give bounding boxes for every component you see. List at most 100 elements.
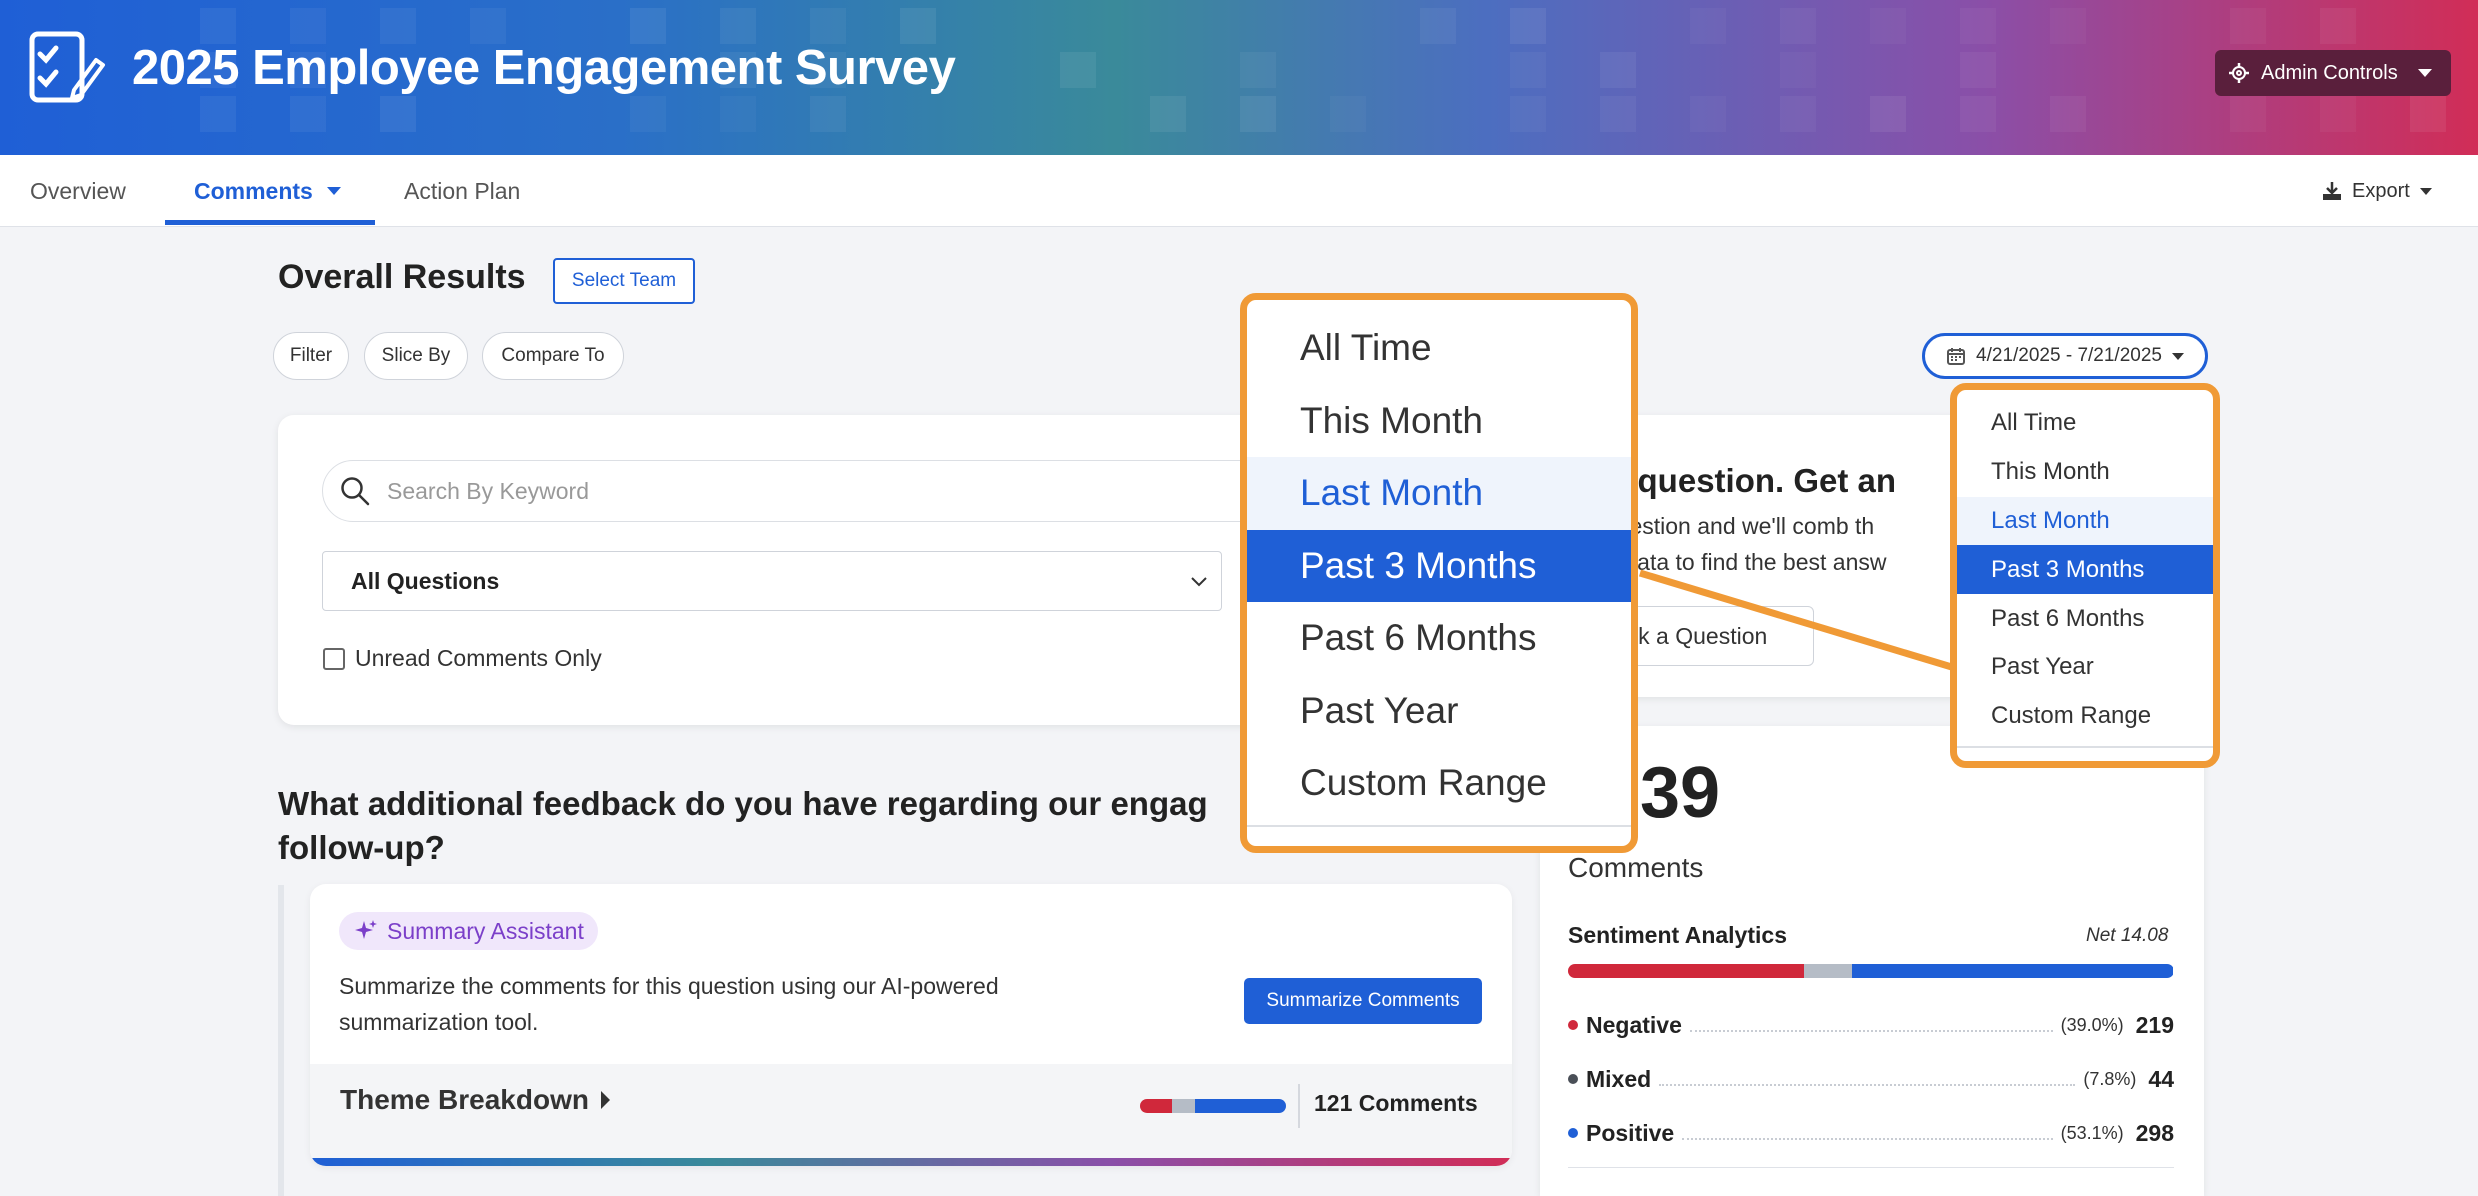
question-select[interactable]: All Questions <box>322 551 1222 611</box>
summary-assistant-card: Summary Assistant Summarize the comments… <box>310 884 1512 1166</box>
date-range-button[interactable]: 4/21/2025 - 7/21/2025 <box>1922 333 2208 379</box>
separator <box>1298 1084 1300 1128</box>
header-tile <box>1600 96 1636 132</box>
date-range-menu: All Time This Month Last Month Past 3 Month… <box>1950 383 2220 768</box>
header-tile <box>1240 96 1276 132</box>
summarize-comments-button[interactable]: Summarize Comments <box>1244 978 1482 1024</box>
tab-comments[interactable]: Comments <box>194 155 341 227</box>
header-tile <box>2050 8 2086 44</box>
header-tile <box>1060 52 1096 88</box>
search-placeholder: Search By Keyword <box>387 477 589 504</box>
header-tile <box>290 96 326 132</box>
date-range-menu-zoomed: All Time This Month Last Month Past 3 Month… <box>1240 293 1638 853</box>
theme-breakdown-row[interactable]: Theme Breakdown 121 Comments <box>310 1064 1512 1160</box>
mixed-dot <box>1568 1074 1578 1084</box>
sentiment-count: 44 <box>2148 1065 2174 1092</box>
theme-bar-segment <box>1195 1099 1286 1113</box>
question-line: follow-up? <box>278 829 445 866</box>
calendar-icon <box>1947 348 1966 365</box>
summary-assistant-label: Summary Assistant <box>387 917 584 944</box>
unread-only-label: Unread Comments Only <box>355 645 602 671</box>
compare-to-button[interactable]: Compare To <box>482 332 624 380</box>
tab-bar: Overview Comments Action Plan <box>0 155 2478 227</box>
header-tile <box>1510 96 1546 132</box>
sentiment-label: Negative <box>1586 1011 1682 1038</box>
theme-breakdown-toggle[interactable]: Theme Breakdown <box>340 1084 610 1116</box>
theme-breakdown-label: Theme Breakdown <box>340 1084 589 1115</box>
sentiment-bar-segment <box>1851 964 2174 978</box>
date-option-last-month[interactable]: Last Month <box>1247 457 1631 530</box>
date-option-past-year[interactable]: Past Year <box>1957 643 2213 692</box>
export-button[interactable]: Export <box>2322 155 2432 227</box>
date-option-this-month[interactable]: This Month <box>1957 448 2213 497</box>
header-tile <box>1870 8 1906 44</box>
header-tile <box>1510 8 1546 44</box>
header-tile <box>470 8 506 44</box>
header-tile <box>630 96 666 132</box>
date-option-all-time[interactable]: All Time <box>1957 399 2213 448</box>
question-title: What additional feedback do you have reg… <box>278 782 1278 870</box>
sentiment-label: Positive <box>1586 1119 1675 1146</box>
date-option-past-6-months[interactable]: Past 6 Months <box>1247 602 1631 675</box>
summary-line: summarization tool. <box>339 1009 539 1035</box>
unread-only-checkbox[interactable]: Unread Comments Only <box>323 645 602 672</box>
header-tile <box>900 8 936 44</box>
page-title: Overall Results <box>278 258 526 296</box>
sentiment-percent: (53.1%) <box>2060 1122 2124 1143</box>
sentiment-title: Sentiment Analytics <box>1568 922 1787 948</box>
header-tile <box>2320 8 2356 44</box>
summary-line: Summarize the comments for this question… <box>339 973 999 999</box>
date-option-past-year[interactable]: Past Year <box>1247 675 1631 748</box>
caret-down-icon <box>2417 69 2432 77</box>
ask-desc-line: ent data to find the best answ <box>1586 549 1887 575</box>
date-option-last-month[interactable]: Last Month <box>1957 496 2213 546</box>
positive-dot <box>1568 1128 1578 1138</box>
admin-controls-button[interactable]: Admin Controls <box>2215 50 2451 96</box>
ask-card-description: y question and we'll comb th ent data to… <box>1586 508 1986 580</box>
date-option-all-time[interactable]: All Time <box>1247 312 1631 385</box>
gradient-border <box>310 1158 1512 1166</box>
sentiment-percent: (39.0%) <box>2060 1014 2124 1035</box>
header-tile <box>1780 96 1816 132</box>
menu-bottom-divider <box>1247 824 1631 827</box>
tab-comments-label: Comments <box>194 177 313 204</box>
header-tile <box>1330 96 1366 132</box>
sentiment-row-positive: Positive (53.1%) 298 <box>1568 1116 2174 1150</box>
header-tile <box>1600 52 1636 88</box>
tab-overview[interactable]: Overview <box>30 155 126 227</box>
header-tile <box>1960 96 1996 132</box>
tab-action-plan[interactable]: Action Plan <box>404 155 520 227</box>
date-option-custom-range[interactable]: Custom Range <box>1247 747 1631 820</box>
header-tile <box>720 8 756 44</box>
select-team-button[interactable]: Select Team <box>553 258 695 304</box>
slice-by-button[interactable]: Slice By <box>364 332 468 380</box>
sentiment-label: Mixed <box>1586 1065 1652 1092</box>
header-tile <box>720 96 756 132</box>
checkbox[interactable] <box>323 647 345 670</box>
filter-button[interactable]: Filter <box>273 332 349 380</box>
caret-right-icon <box>600 1091 610 1109</box>
header-tile <box>1780 52 1816 88</box>
theme-bar-segment <box>1140 1099 1173 1113</box>
ask-card-title: a question. Get an <box>1610 462 1897 499</box>
date-option-custom-range[interactable]: Custom Range <box>1957 692 2213 741</box>
summary-assistant-badge: Summary Assistant <box>339 912 598 950</box>
download-icon <box>2323 182 2341 200</box>
sentiment-bar-segment <box>1568 964 1805 978</box>
date-option-past-3-months[interactable]: Past 3 Months <box>1247 529 1631 602</box>
negative-dot <box>1568 1020 1578 1030</box>
caret-down-icon <box>326 187 341 195</box>
active-tab-indicator <box>165 220 375 225</box>
date-range-label: 4/21/2025 - 7/21/2025 <box>1976 345 2162 366</box>
header-tile <box>200 96 236 132</box>
header-tile <box>1960 52 1996 88</box>
date-option-this-month[interactable]: This Month <box>1247 385 1631 458</box>
search-input[interactable]: Search By Keyword <box>322 460 1282 522</box>
date-option-past-6-months[interactable]: Past 6 Months <box>1957 594 2213 643</box>
header-tile <box>810 96 846 132</box>
date-option-past-3-months[interactable]: Past 3 Months <box>1957 545 2213 595</box>
sentiment-row-negative: Negative (39.0%) 219 <box>1568 1008 2174 1042</box>
header-tile <box>1870 96 1906 132</box>
survey-header: 2025 Employee Engagement Survey Admin Co… <box>0 0 2478 155</box>
header-tile <box>200 8 236 44</box>
